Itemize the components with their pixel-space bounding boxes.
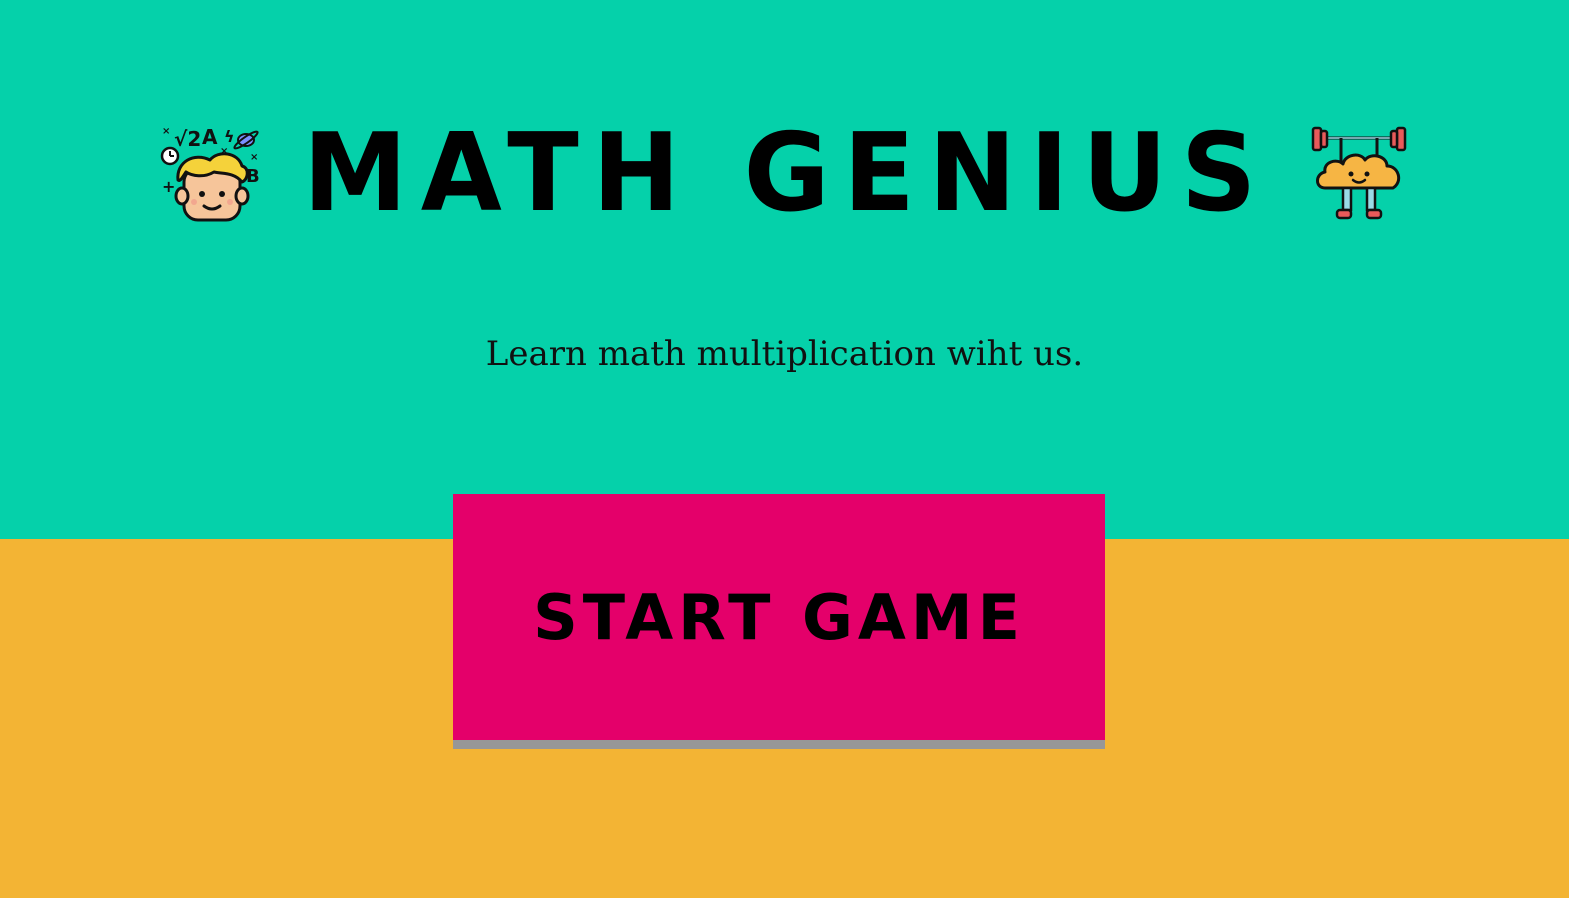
svg-text:×: × <box>162 126 170 137</box>
svg-text:ϟ: ϟ <box>224 127 235 146</box>
top-background <box>0 0 1569 539</box>
page-subtitle: Learn math multiplication wiht us. <box>485 334 1084 374</box>
page-title: MATH GENIUS <box>303 111 1270 236</box>
svg-text:×: × <box>250 152 258 163</box>
svg-text:√2: √2 <box>174 127 201 151</box>
svg-text:+: + <box>162 177 175 196</box>
brain-weightlifting-icon <box>1311 126 1407 220</box>
title-row: √2 A ϟ B + × × × MATH GENIUS <box>0 118 1569 230</box>
start-game-button-label: START GAME <box>533 580 1025 654</box>
genius-kid-icon: √2 A ϟ B + × × × <box>160 125 260 222</box>
svg-text:A: A <box>202 125 218 149</box>
start-game-button[interactable]: START GAME <box>453 494 1105 749</box>
